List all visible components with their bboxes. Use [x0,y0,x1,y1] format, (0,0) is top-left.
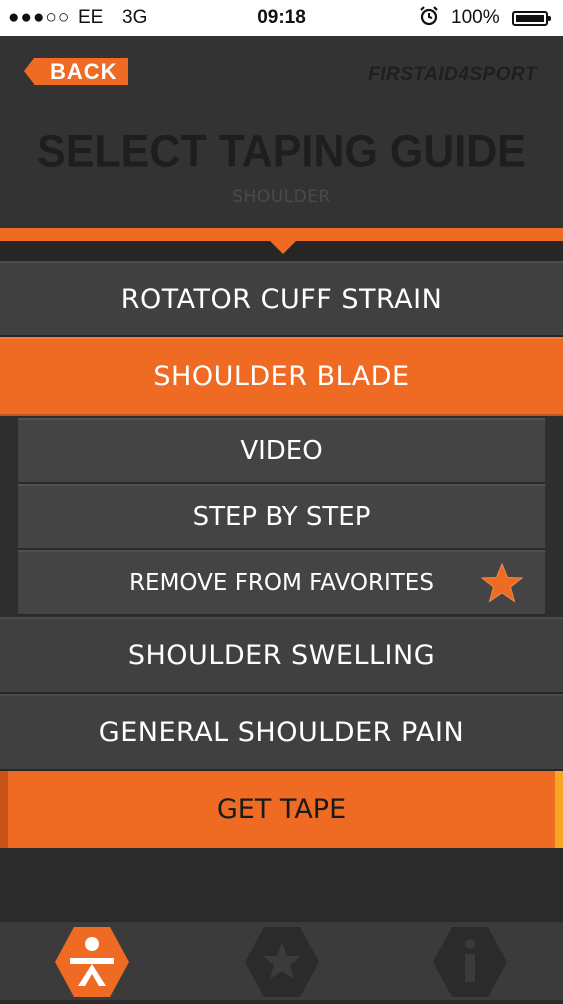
star-icon [480,562,524,604]
pointer-arrow-icon [270,241,296,254]
page-title: SELECT TAPING GUIDE [37,126,526,178]
person-icon [55,927,129,997]
brand-logo: FIRSTAID4SPORT [368,64,537,85]
star-icon [245,927,319,997]
battery-icon [512,11,551,26]
alarm-icon [420,6,438,32]
back-button[interactable]: BACK [24,58,128,85]
menu-item-label: SHOULDER BLADE [153,361,410,392]
battery-percentage: 100% [451,7,500,28]
tab-guides[interactable] [54,924,130,1000]
submenu-label: VIDEO [240,436,323,466]
tab-info[interactable] [432,924,508,1000]
submenu-label: REMOVE FROM FAVORITES [129,570,434,596]
header-divider [0,228,563,241]
get-tape-label: GET TAPE [216,794,347,825]
info-icon [433,927,507,997]
submenu-video[interactable]: VIDEO [18,418,545,484]
menu-item-rotator-cuff-strain[interactable]: ROTATOR CUFF STRAIN [0,261,563,337]
menu-item-label: ROTATOR CUFF STRAIN [120,283,443,315]
submenu-remove-from-favorites[interactable]: REMOVE FROM FAVORITES [18,550,545,616]
submenu-step-by-step[interactable]: STEP BY STEP [18,484,545,550]
menu-item-label: GENERAL SHOULDER PAIN [98,717,465,748]
menu-item-shoulder-blade[interactable]: SHOULDER BLADE [0,337,563,416]
menu-item-general-shoulder-pain[interactable]: GENERAL SHOULDER PAIN [0,694,563,771]
page-subtitle: SHOULDER [232,187,331,207]
submenu-label: STEP BY STEP [192,502,371,532]
tab-favorites[interactable] [244,924,320,1000]
menu-item-label: SHOULDER SWELLING [127,640,436,671]
menu-item-shoulder-swelling[interactable]: SHOULDER SWELLING [0,617,563,694]
get-tape-button[interactable]: GET TAPE [0,771,563,848]
tab-bar [0,922,563,1000]
status-bar: ●●●○○ EE 3G 09:18 100% [0,0,563,36]
